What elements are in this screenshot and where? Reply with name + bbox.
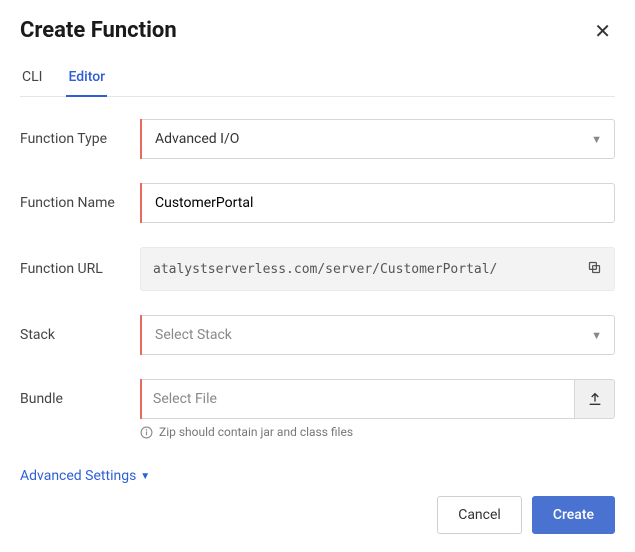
bundle-placeholder: Select File: [141, 391, 574, 407]
function-url-value: atalystserverless.com/server/CustomerPor…: [153, 262, 579, 277]
dialog-title: Create Function: [20, 18, 177, 43]
tab-editor[interactable]: Editor: [66, 61, 107, 97]
required-marker: [140, 379, 142, 419]
copy-icon[interactable]: [587, 260, 602, 279]
function-url-label: Function URL: [20, 261, 140, 277]
bundle-label: Bundle: [20, 391, 140, 407]
function-type-select[interactable]: Advanced I/O ▼: [140, 119, 615, 159]
stack-placeholder: Select Stack: [155, 327, 232, 343]
cancel-button[interactable]: Cancel: [437, 496, 522, 534]
chevron-down-icon: ▼: [591, 329, 602, 342]
advanced-settings-label: Advanced Settings: [20, 468, 136, 484]
function-type-value: Advanced I/O: [155, 131, 239, 147]
bundle-file-input[interactable]: Select File: [140, 379, 615, 419]
required-marker: [140, 183, 142, 223]
bundle-hint: Zip should contain jar and class files: [159, 425, 353, 439]
upload-icon[interactable]: [574, 380, 614, 418]
function-type-label: Function Type: [20, 131, 140, 147]
advanced-settings-toggle[interactable]: Advanced Settings ▼: [20, 468, 150, 484]
close-icon[interactable]: ✕: [590, 19, 615, 43]
tab-cli[interactable]: CLI: [20, 61, 44, 97]
required-marker: [140, 119, 142, 159]
stack-label: Stack: [20, 327, 140, 343]
required-marker: [140, 315, 142, 355]
tabs: CLI Editor: [20, 61, 615, 97]
function-url-box: atalystserverless.com/server/CustomerPor…: [140, 247, 615, 291]
caret-down-icon: ▼: [140, 471, 150, 482]
function-name-input[interactable]: [140, 183, 615, 223]
info-icon: [140, 426, 153, 439]
chevron-down-icon: ▼: [591, 133, 602, 146]
stack-select[interactable]: Select Stack ▼: [140, 315, 615, 355]
create-button[interactable]: Create: [532, 496, 615, 534]
function-name-label: Function Name: [20, 195, 140, 211]
